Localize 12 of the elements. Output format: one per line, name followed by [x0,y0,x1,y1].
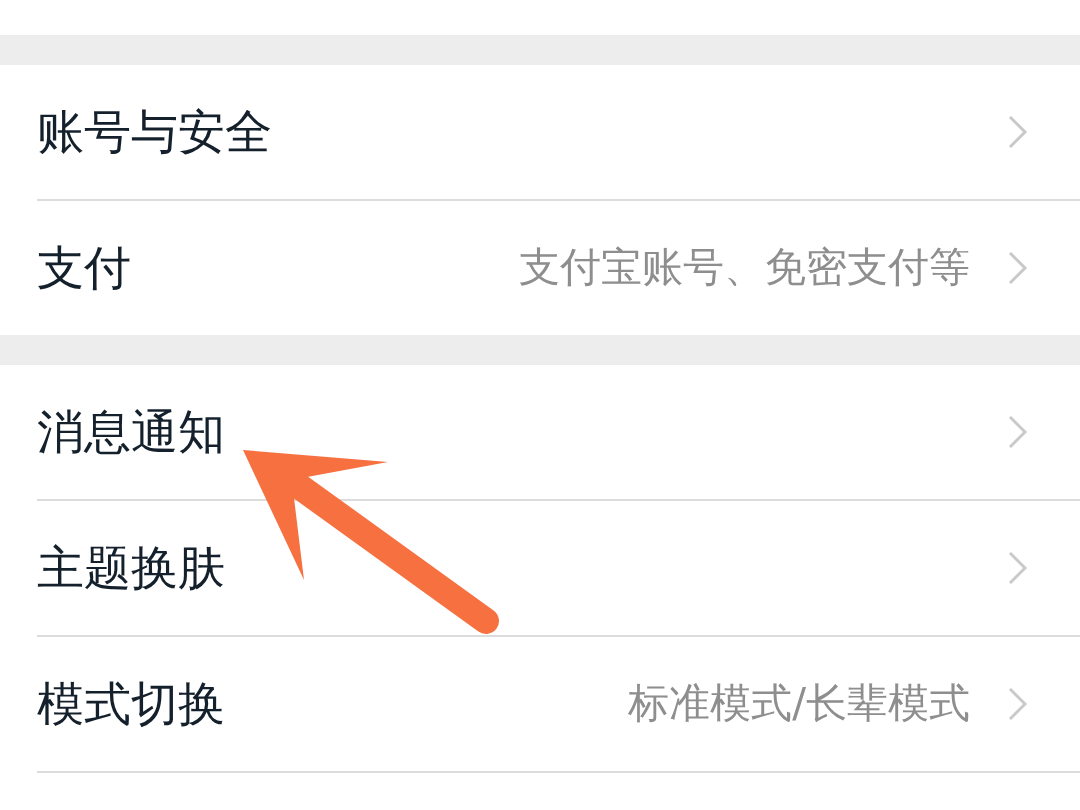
row-title: 账号与安全 [37,103,272,161]
row-title: 消息通知 [37,403,225,461]
row-title: 主题换肤 [37,539,225,597]
chevron-icon [1008,115,1028,149]
row-value: 标准模式/长辈模式 [628,679,970,729]
row-title: 支付 [37,239,131,297]
row-value: 支付宝账号、免密支付等 [519,243,970,293]
chevron-icon [1008,687,1028,721]
chevron-icon [1008,551,1028,585]
chevron-icon [1008,251,1028,285]
row-title: 模式切换 [37,675,225,733]
chevron-icon [1008,415,1028,449]
